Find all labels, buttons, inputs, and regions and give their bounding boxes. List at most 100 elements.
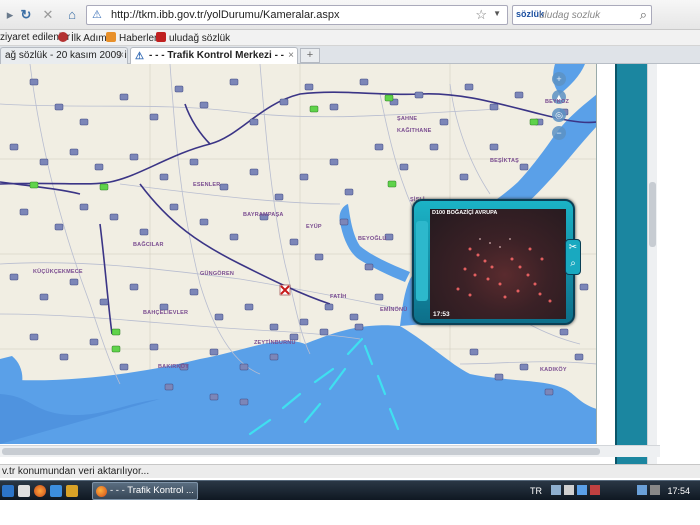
horizontal-scrollbar[interactable]	[0, 445, 660, 457]
traffic-sensor-icon[interactable]	[529, 118, 539, 126]
traffic-camera-icon[interactable]	[214, 313, 224, 321]
traffic-camera-icon[interactable]	[39, 158, 49, 166]
traffic-camera-icon[interactable]	[189, 158, 199, 166]
traffic-camera-icon[interactable]	[439, 118, 449, 126]
traffic-camera-icon[interactable]	[99, 298, 109, 306]
popup-side-handle[interactable]	[416, 221, 428, 301]
traffic-camera-icon[interactable]	[209, 348, 219, 356]
traffic-camera-icon[interactable]	[54, 103, 64, 111]
show-desktop-icon[interactable]	[2, 485, 14, 497]
traffic-camera-icon[interactable]	[89, 338, 99, 346]
traffic-camera-icon[interactable]	[174, 85, 184, 93]
scroll-thumb[interactable]	[649, 182, 656, 247]
traffic-sensor-icon[interactable]	[384, 94, 394, 102]
traffic-camera-icon[interactable]	[169, 203, 179, 211]
traffic-camera-icon[interactable]	[239, 398, 249, 406]
traffic-camera-icon[interactable]	[374, 293, 384, 301]
traffic-camera-icon[interactable]	[69, 148, 79, 156]
search-input[interactable]: uludag sozluk	[539, 10, 600, 21]
traffic-camera-icon[interactable]	[29, 78, 39, 86]
language-indicator[interactable]: TR	[530, 481, 542, 501]
traffic-camera-icon[interactable]	[299, 173, 309, 181]
traffic-camera-icon[interactable]	[269, 323, 279, 331]
traffic-camera-icon[interactable]	[164, 383, 174, 391]
traffic-camera-icon[interactable]	[544, 388, 554, 396]
traffic-camera-icon[interactable]	[429, 143, 439, 151]
traffic-camera-icon[interactable]	[199, 101, 209, 109]
traffic-camera-icon[interactable]	[9, 143, 19, 151]
traffic-camera-icon[interactable]	[229, 78, 239, 86]
traffic-camera-icon[interactable]	[39, 293, 49, 301]
traffic-camera-icon[interactable]	[79, 118, 89, 126]
volume-icon[interactable]	[637, 485, 647, 495]
zoom-icon[interactable]: ⌕	[566, 256, 580, 272]
url-text[interactable]: http://tkm.ibb.gov.tr/yolDurumu/Kamerala…	[111, 9, 339, 21]
traffic-camera-icon[interactable]	[9, 273, 19, 281]
taskbar-task-firefox[interactable]: - - - Trafik Kontrol ...	[92, 482, 198, 500]
traffic-camera-icon[interactable]	[489, 143, 499, 151]
traffic-camera-icon[interactable]	[344, 188, 354, 196]
bookmark-star-icon[interactable]: ☆	[475, 7, 487, 23]
home-icon[interactable]: ⌂	[64, 7, 80, 23]
traffic-sensor-icon[interactable]	[29, 181, 39, 189]
traffic-camera-icon[interactable]	[244, 303, 254, 311]
tray-app-icon[interactable]	[564, 485, 574, 495]
traffic-camera-icon[interactable]	[189, 288, 199, 296]
traffic-camera-icon[interactable]	[219, 183, 229, 191]
traffic-camera-icon[interactable]	[249, 168, 259, 176]
reload-icon[interactable]: ↻	[18, 7, 34, 23]
traffic-camera-icon[interactable]	[414, 91, 424, 99]
url-dropdown-icon[interactable]: ▼	[493, 9, 501, 18]
traffic-camera-icon[interactable]	[59, 353, 69, 361]
traffic-camera-icon[interactable]	[304, 83, 314, 91]
media-player-icon[interactable]	[50, 485, 62, 497]
traffic-camera-icon[interactable]	[209, 393, 219, 401]
traffic-camera-icon[interactable]	[364, 263, 374, 271]
traffic-camera-icon[interactable]	[469, 348, 479, 356]
traffic-camera-icon[interactable]	[79, 203, 89, 211]
traffic-camera-icon[interactable]	[29, 333, 39, 341]
traffic-sensor-icon[interactable]	[111, 345, 121, 353]
scroll-thumb[interactable]	[2, 448, 600, 455]
network-icon[interactable]	[551, 485, 561, 495]
explorer-icon[interactable]	[18, 485, 30, 497]
traffic-sensor-icon[interactable]	[387, 180, 397, 188]
traffic-camera-icon[interactable]	[149, 343, 159, 351]
traffic-camera-icon[interactable]	[579, 283, 589, 291]
traffic-camera-icon[interactable]	[324, 303, 334, 311]
traffic-camera-icon[interactable]	[574, 353, 584, 361]
zoom-in-icon[interactable]: +	[552, 72, 566, 86]
traffic-camera-icon[interactable]	[329, 158, 339, 166]
traffic-camera-icon[interactable]	[129, 283, 139, 291]
traffic-camera-icon[interactable]	[129, 153, 139, 161]
traffic-camera-icon[interactable]	[329, 103, 339, 111]
camera-popup[interactable]: D100 BOĞAZİÇİ AVRUPA 17:53 ✂ ⌕	[412, 199, 581, 325]
traffic-map[interactable]: + ▲ ◎ − BEYKOZ ŞAHNE KAĞITHANE ESENLER BEŞİK…	[0, 64, 597, 444]
traffic-camera-icon[interactable]	[464, 83, 474, 91]
bookmark-news[interactable]: Haberler	[106, 32, 157, 44]
traffic-camera-icon[interactable]	[19, 208, 29, 216]
traffic-camera-icon[interactable]	[489, 103, 499, 111]
traffic-camera-icon[interactable]	[339, 218, 349, 226]
vertical-scrollbar[interactable]	[647, 64, 657, 464]
traffic-camera-icon[interactable]	[119, 93, 129, 101]
traffic-camera-icon[interactable]	[349, 313, 359, 321]
traffic-camera-icon[interactable]	[274, 193, 284, 201]
traffic-camera-icon[interactable]	[149, 113, 159, 121]
incident-marker-icon[interactable]	[279, 284, 291, 296]
bookmark-first-step[interactable]: İlk Adım	[58, 32, 107, 44]
traffic-camera-icon[interactable]	[359, 78, 369, 86]
tray-app-icon[interactable]	[590, 485, 600, 495]
traffic-camera-icon[interactable]	[519, 163, 529, 171]
traffic-camera-icon[interactable]	[399, 163, 409, 171]
traffic-camera-icon[interactable]	[139, 228, 149, 236]
tab-traffic[interactable]: ⚠ - - - Trafik Kontrol Merkezi - - ×	[130, 47, 298, 64]
traffic-sensor-icon[interactable]	[99, 183, 109, 191]
traffic-camera-icon[interactable]	[514, 91, 524, 99]
traffic-camera-icon[interactable]	[159, 173, 169, 181]
traffic-camera-icon[interactable]	[229, 233, 239, 241]
traffic-camera-icon[interactable]	[109, 213, 119, 221]
traffic-camera-icon[interactable]	[269, 353, 279, 361]
traffic-camera-icon[interactable]	[249, 118, 259, 126]
close-icon[interactable]: ×	[118, 48, 124, 64]
